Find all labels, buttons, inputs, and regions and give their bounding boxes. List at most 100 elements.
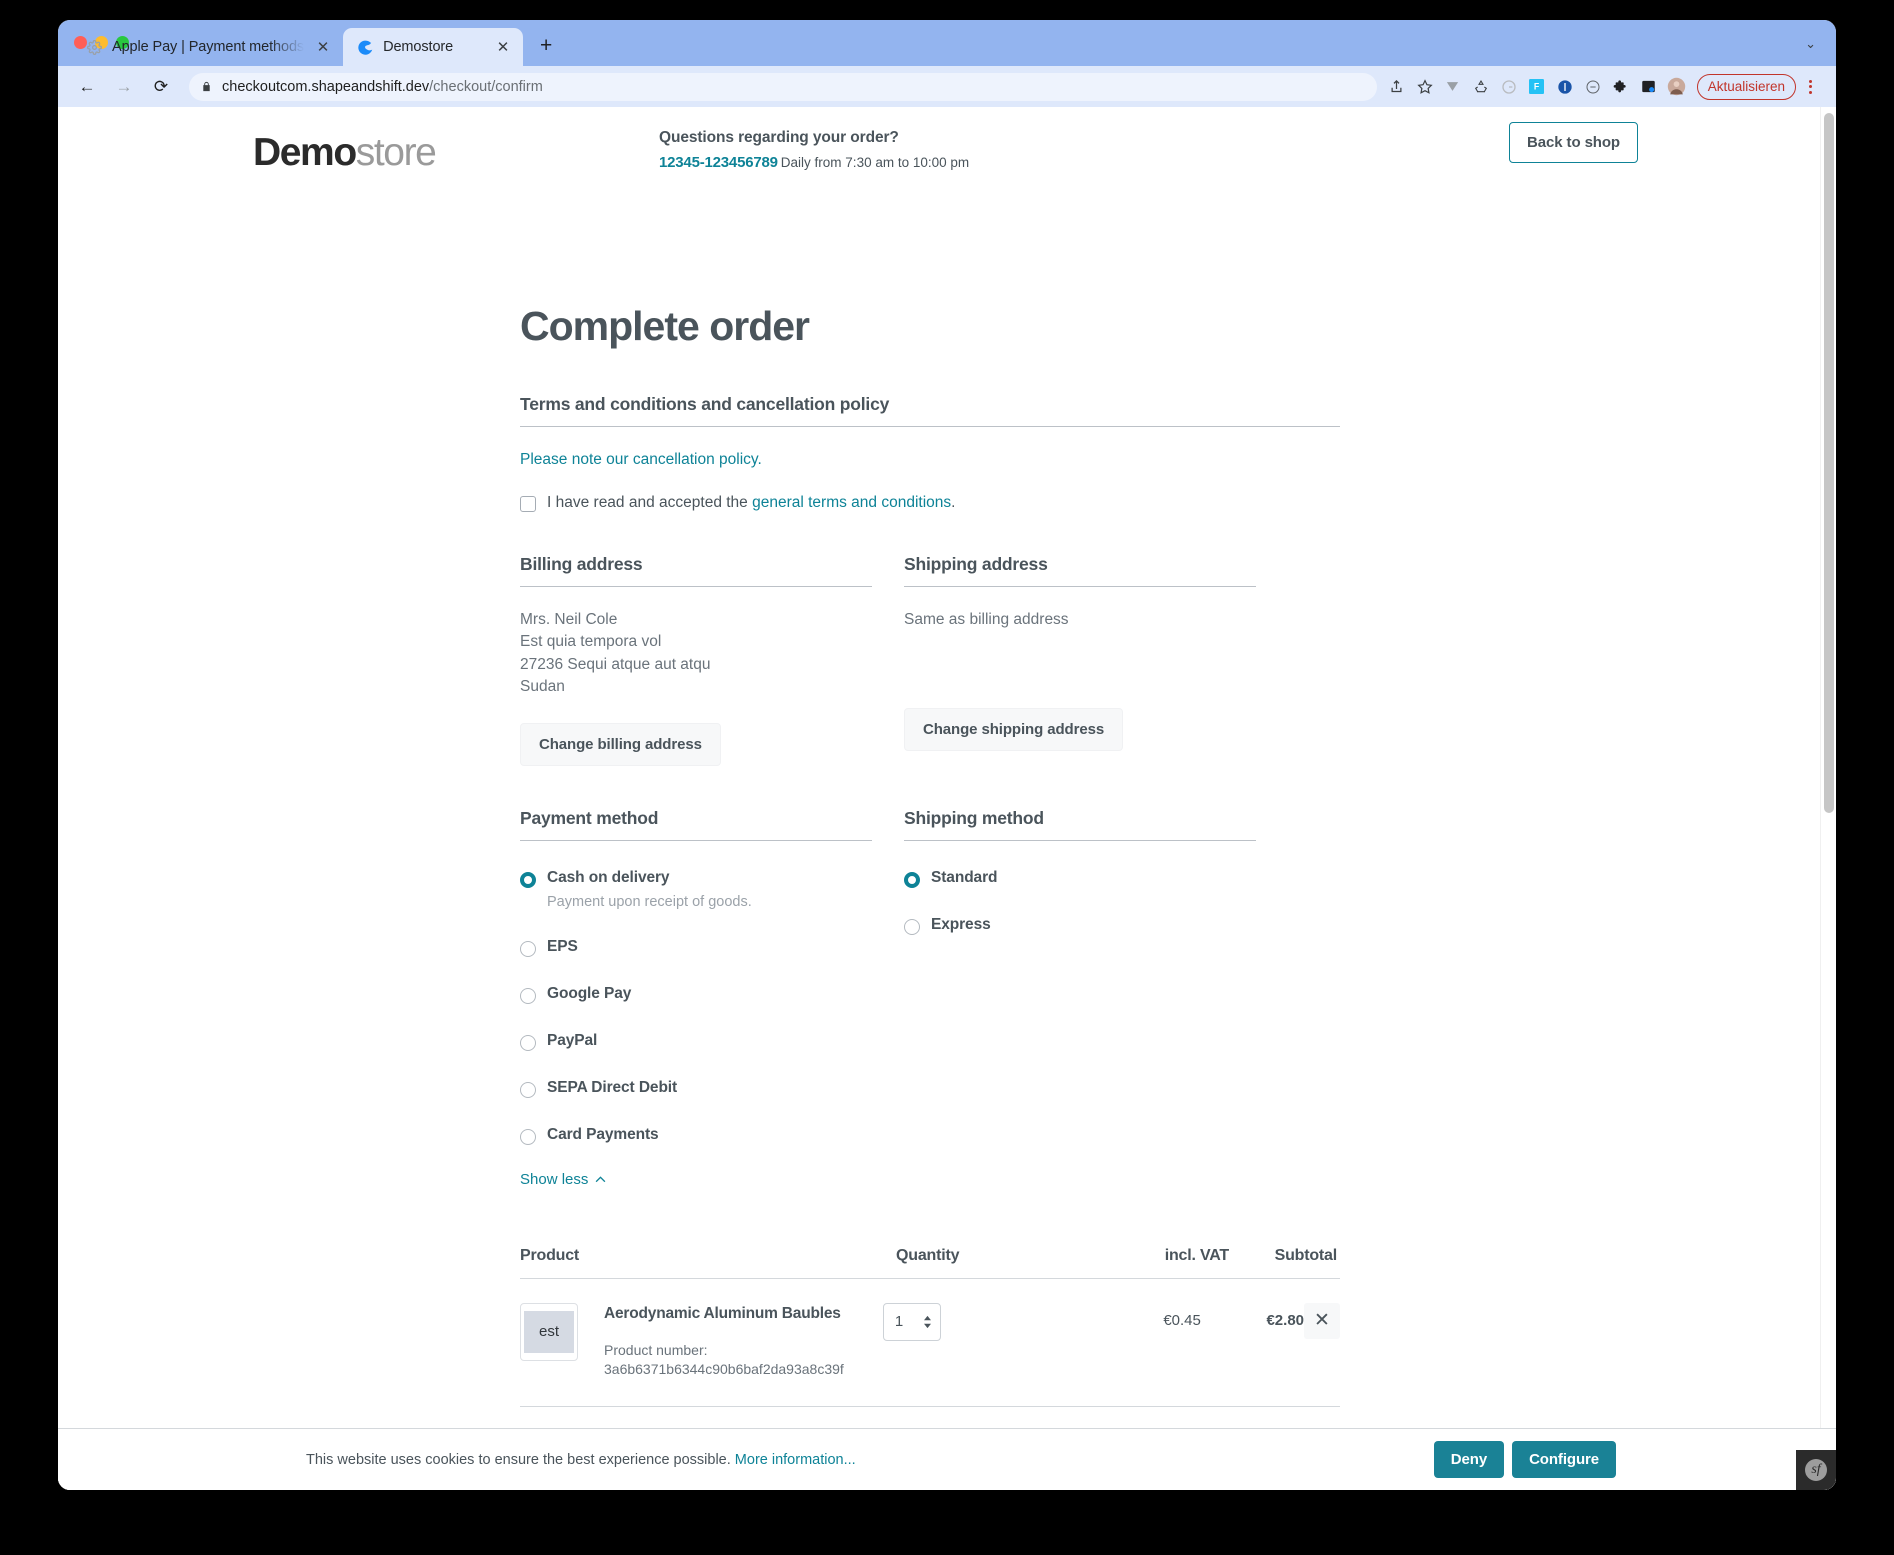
billing-address-lines: Mrs. Neil Cole Est quia tempora vol 2723… [520,609,872,699]
back-button[interactable]: ← [72,72,102,102]
forward-button[interactable]: → [109,72,139,102]
scrollbar-thumb[interactable] [1824,113,1834,813]
billing-line: Mrs. Neil Cole [520,611,618,628]
terms-label-suffix: . [951,494,956,511]
logo-light: store [355,131,437,174]
radio-icon[interactable] [904,871,920,888]
product-thumbnail-placeholder: est [524,1310,574,1353]
general-terms-link[interactable]: general terms and conditions [752,494,951,511]
recycle-extension-icon[interactable] [1467,73,1495,101]
shop-logo[interactable]: Demostore [253,131,437,174]
shipping-line: Same as billing address [904,611,1069,628]
payment-option-eps[interactable]: EPS [520,920,872,967]
shipping-option-standard[interactable]: Standard [904,859,1256,898]
cookie-more-information-link[interactable]: More information... [735,1452,856,1468]
bookmark-star-icon[interactable] [1411,73,1439,101]
billing-line: 27236 Sequi atque aut atqu [520,655,711,673]
share-icon[interactable] [1383,73,1411,101]
change-billing-address-button[interactable]: Change billing address [520,722,721,766]
onepassword-extension-icon[interactable] [1551,73,1579,101]
radio-icon[interactable] [520,987,536,1004]
payment-option-card-payments[interactable]: Card Payments [520,1108,872,1155]
product-number-value: 3a6b6371b6344c90b6baf2da93a8c39f [604,1361,844,1378]
radio-icon[interactable] [520,1128,536,1145]
product-number-label: Product number: [604,1341,708,1358]
url-text: checkoutcom.shapeandshift.dev/checkout/c… [222,79,543,95]
radio-icon[interactable] [520,871,536,888]
payment-option-paypal[interactable]: PayPal [520,1014,872,1061]
payment-option-sepa-direct-debit[interactable]: SEPA Direct Debit [520,1061,872,1108]
profile-avatar-icon[interactable] [1663,73,1691,101]
remove-item-button[interactable]: ✕ [1304,1302,1341,1339]
payment-method-heading: Payment method [520,808,872,841]
vimeo-extension-icon[interactable] [1439,73,1467,101]
payment-option-text: Cash on delivery Payment upon receipt of… [547,869,752,910]
cookie-configure-button[interactable]: Configure [1512,1441,1616,1478]
radio-icon[interactable] [904,918,920,935]
radio-icon[interactable] [520,940,536,957]
grammarly-extension-icon[interactable] [1495,73,1523,101]
gear-icon [86,39,103,56]
url-path: /checkout/confirm [429,78,543,95]
terms-checkbox-label: I have read and accepted the general ter… [547,494,955,512]
cookie-buttons: Deny Configure [1433,1441,1616,1478]
product-name[interactable]: Aerodynamic Aluminum Baubles [604,1305,883,1323]
chevron-down-icon[interactable]: ⌄ [1805,36,1816,52]
terms-checkbox[interactable] [520,496,536,512]
reload-button[interactable]: ⟳ [146,72,176,102]
svg-text:F: F [1534,82,1540,92]
puzzle-extensions-icon[interactable] [1607,73,1635,101]
browser-tab-demostore[interactable]: Demostore ✕ [343,28,524,66]
symfony-logo-icon: sf [1805,1459,1827,1481]
shipping-address-block: Shipping address Same as billing address… [904,554,1256,766]
browser-tab-apple-pay[interactable]: Apple Pay | Payment methods ✕ [72,28,343,66]
show-less-toggle[interactable]: Show less [520,1171,606,1188]
shop-header: Demostore Questions regarding your order… [58,107,1820,203]
terms-heading: Terms and conditions and cancellation po… [520,394,1340,427]
payment-method-list: Cash on delivery Payment upon receipt of… [520,859,872,1155]
product-thumbnail[interactable]: est [520,1302,578,1361]
remove-cell: ✕ [1304,1302,1341,1339]
change-shipping-address-button[interactable]: Change shipping address [904,708,1124,752]
shipping-method-block: Shipping method Standard Express [904,808,1256,1189]
radio-icon[interactable] [520,1034,536,1051]
new-tab-button[interactable]: + [531,31,561,61]
back-to-shop-button[interactable]: Back to shop [1509,122,1638,163]
payment-option-google-pay[interactable]: Google Pay [520,967,872,1014]
payment-method-block: Payment method Cash on delivery Payment … [520,808,872,1189]
terms-accept-row[interactable]: I have read and accepted the general ter… [520,494,1340,512]
tab-title: Demostore [383,39,454,55]
quantity-stepper[interactable]: 1 [882,1302,941,1341]
quantity-cell: 1 [882,1302,1088,1341]
contact-phone[interactable]: 12345-123456789 [659,154,778,171]
payment-option-cash-on-delivery[interactable]: Cash on delivery Payment upon receipt of… [520,859,872,920]
terms-label-prefix: I have read and accepted the [547,494,753,511]
cookie-message: This website uses cookies to ensure the … [306,1452,1434,1468]
tab-title: Apple Pay | Payment methods [112,39,305,55]
figma-extension-icon[interactable]: F [1523,73,1551,101]
shipping-option-express[interactable]: Express [904,898,1256,945]
column-header-quantity: Quantity [896,1246,960,1264]
tab-close-icon[interactable]: ✕ [493,37,513,57]
browser-tab-strip: Apple Pay | Payment methods ✕ Demostore … [58,20,1836,66]
chevron-up-icon [595,1173,606,1185]
payment-option-label: PayPal [547,1031,598,1049]
shopware-icon [357,39,374,56]
billing-line: Est quia tempora vol [520,633,662,651]
update-browser-button[interactable]: Aktualisieren [1696,73,1796,100]
symfony-debug-toolbar[interactable]: sf [1796,1450,1836,1490]
radio-icon[interactable] [520,1081,536,1098]
cookie-deny-button[interactable]: Deny [1433,1441,1505,1478]
screenshot-extension-icon[interactable] [1635,73,1663,101]
dashlane-extension-icon[interactable] [1579,73,1607,101]
page-content: Demostore Questions regarding your order… [58,107,1820,1490]
cancellation-policy-link[interactable]: Please note our cancellation policy. [520,451,762,468]
stepper-arrows-icon[interactable] [923,1315,932,1329]
kebab-menu-icon[interactable] [1798,74,1822,100]
questions-contact: 12345-123456789 Daily from 7:30 am to 10:… [659,154,969,171]
page-scrollbar[interactable] [1820,107,1836,1490]
tab-close-icon[interactable]: ✕ [313,37,333,57]
address-bar[interactable]: checkoutcom.shapeandshift.dev/checkout/c… [189,72,1377,101]
product-info: Aerodynamic Aluminum Baubles Product num… [604,1303,883,1380]
subtotal-value: €2.80 [1266,1311,1305,1329]
